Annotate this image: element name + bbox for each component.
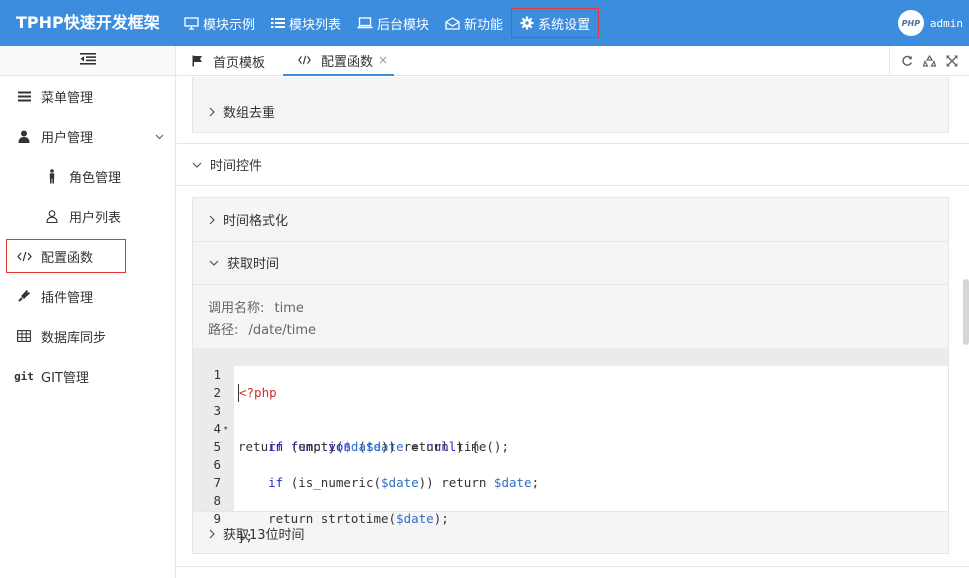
call-name-value: time [274,301,304,316]
app-brand[interactable]: TPHP快速开发框架 [16,0,160,46]
main-content: 数组去重 时间控件 时间格式化 获取时间 调用名称: time 路径: /dat… [177,77,969,578]
collapse-item-get-13-digit-time[interactable]: 获取13位时间 [193,512,948,555]
monitor-icon [184,16,199,30]
code-line: 4 if (empty($date)) return time(); [193,402,948,454]
tab-label: 首页模板 [213,55,266,71]
sidebar-item-menu-management[interactable]: 菜单管理 [0,76,176,116]
chevron-down-icon [209,260,219,266]
code-line: 3 ▾ return function ($date = null) { [193,384,948,454]
nav-item-module-list[interactable]: 模块列表 [263,8,349,38]
top-nav: 模块示例 模块列表 后台模块 新功能 系统设置 [176,0,600,46]
indent-icon [79,52,97,70]
sidebar-item-label: 数据库同步 [41,330,107,346]
laptop-icon [357,17,373,29]
sidebar-item-git-management[interactable]: git GIT管理 [0,356,176,396]
top-header: TPHP快速开发框架 模块示例 模块列表 后台模块 新功能 系统设置 PHP a… [0,0,969,46]
chevron-right-icon [209,529,215,539]
flag-icon [192,55,203,67]
sidebar-item-role-management[interactable]: 角色管理 [0,156,176,196]
code-icon [298,55,311,65]
code-line: 1 <?php [193,348,948,402]
nav-item-admin-modules[interactable]: 后台模块 [349,8,437,38]
code-line: 6 if (is_numeric($date)) return $date; [193,438,948,490]
call-name-label: 调用名称: [208,301,265,316]
nav-item-module-examples[interactable]: 模块示例 [176,8,263,38]
section-time-controls[interactable]: 时间控件 [177,143,969,186]
scrollbar-thumb[interactable] [963,279,969,345]
sidebar-item-plugin-management[interactable]: 插件管理 [0,276,176,316]
nav-item-new-features[interactable]: 新功能 [437,8,511,38]
chevron-down-icon [155,129,164,144]
path-line: 路径: /date/time [208,319,316,338]
divider [177,566,969,567]
sidebar-collapse-toggle[interactable] [0,46,175,76]
sidebar-item-label: 角色管理 [69,170,122,186]
refresh-icon[interactable] [901,55,913,67]
divider [193,284,948,285]
plug-icon [16,289,32,303]
sidebar-item-label: GIT管理 [41,370,89,386]
tab-bar: 首页模板 配置函数 × [177,46,969,76]
tab-home-template[interactable]: 首页模板 [192,46,265,76]
collapse-item-label: 数组去重 [223,106,276,121]
collapse-item-label: 获取13位时间 [223,528,305,543]
code-line: 5 [193,420,948,454]
nav-label: 系统设置 [538,17,591,33]
code-line: 9 }; [193,492,948,544]
sidebar-item-label: 用户管理 [41,130,94,146]
sidebar-item-user-management[interactable]: 用户管理 [0,116,176,156]
sidebar-item-label: 用户列表 [69,210,122,226]
path-value: /date/time [248,323,316,338]
user-menu[interactable]: PHP admin [897,10,963,36]
gear-icon [520,16,534,30]
section-label: 时间控件 [210,159,263,174]
chevron-down-icon [192,162,202,168]
sidebar-item-config-functions[interactable]: 配置函数 [0,236,176,276]
sidebar-item-label: 插件管理 [41,290,94,306]
username[interactable]: admin [930,17,963,30]
sidebar-item-label: 菜单管理 [41,90,94,106]
close-icon[interactable]: × [378,53,388,67]
array-group-panel: 数组去重 [192,77,949,133]
chevron-right-icon [209,107,215,117]
list-icon [271,17,286,29]
collapse-item-get-time[interactable]: 获取时间 [193,241,948,284]
nav-item-system-settings[interactable]: 系统设置 [511,8,600,38]
collapse-item-time-format[interactable]: 时间格式化 [193,198,948,241]
code-line: 8 return strtotime($date); [193,474,948,526]
user-icon [16,130,32,143]
code-line: 7 [193,456,948,490]
collapse-item-label: 获取时间 [227,257,280,272]
person-icon [44,168,60,184]
sidebar-item-label: 配置函数 [41,250,94,266]
tab-tools [889,46,969,76]
path-label: 路径: [208,323,239,338]
git-icon: git [14,369,34,383]
call-name-line: 调用名称: time [208,297,304,316]
sidebar: 菜单管理 用户管理 角色管理 用户列表 配置函数 插件管理 数据库同步 git … [0,46,176,578]
nav-label: 模块示例 [203,17,256,33]
envelope-open-icon [445,16,460,30]
recycle-icon[interactable] [923,55,936,67]
user-outline-icon [44,209,60,223]
nav-label: 模块列表 [289,17,342,33]
tab-config-functions[interactable]: 配置函数 × [283,46,395,76]
code-icon [16,251,32,262]
avatar[interactable]: PHP [897,10,924,36]
collapse-item-array-dedupe[interactable]: 数组去重 [193,90,948,133]
sidebar-item-database-sync[interactable]: 数据库同步 [0,316,176,356]
table-icon [16,330,32,342]
collapse-item-label: 时间格式化 [223,214,289,229]
nav-label: 新功能 [464,17,504,33]
fullscreen-icon[interactable] [946,55,958,67]
sidebar-item-user-list[interactable]: 用户列表 [0,196,176,236]
time-group-panel: 时间格式化 获取时间 调用名称: time 路径: /date/time 1 <… [192,197,949,554]
code-editor[interactable]: 1 <?php 2 3 ▾ return function ($date = n… [193,348,948,544]
chevron-right-icon [209,215,215,225]
tab-label: 配置函数 [321,54,374,70]
menu-bars-icon [16,91,32,102]
code-line: 2 [193,366,948,400]
nav-label: 后台模块 [377,17,430,33]
